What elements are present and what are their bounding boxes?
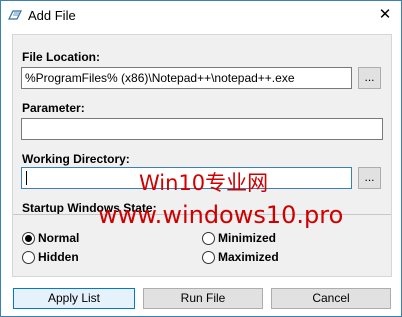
add-file-dialog: Add File ✕ File Location: %ProgramFiles%… [0,0,402,317]
section-divider [13,214,391,215]
apply-list-button[interactable]: Apply List [13,288,135,309]
radio-maximized-indicator [202,250,215,264]
cancel-button[interactable]: Cancel [271,288,391,309]
radio-minimized-label: Minimized [218,231,277,245]
startup-state-label: Startup Windows State: [22,201,157,215]
parameter-label: Parameter: [22,101,85,115]
radio-minimized[interactable]: Minimized [202,231,276,245]
close-icon: ✕ [378,6,392,23]
working-directory-browse-button[interactable]: ... [358,167,381,189]
working-directory-label: Working Directory: [22,152,130,166]
close-button[interactable]: ✕ [369,1,401,31]
radio-minimized-indicator [202,231,215,245]
radio-hidden-indicator [22,250,35,264]
radio-maximized[interactable]: Maximized [202,250,279,264]
file-location-browse-button[interactable]: ... [358,67,381,89]
file-location-input[interactable]: %ProgramFiles% (x86)\Notepad++\notepad++… [21,67,352,89]
radio-hidden-label: Hidden [38,250,79,264]
run-file-button[interactable]: Run File [143,288,263,309]
form-panel: File Location: %ProgramFiles% (x86)\Note… [12,34,392,277]
radio-hidden[interactable]: Hidden [22,250,79,264]
notepad-pencil-icon [8,10,22,20]
parameter-input[interactable] [21,118,383,140]
file-location-label: File Location: [22,50,100,64]
title-bar[interactable]: Add File ✕ [1,1,401,31]
text-caret [26,171,27,185]
radio-maximized-label: Maximized [218,250,279,264]
working-directory-input[interactable] [21,167,352,189]
radio-normal-label: Normal [38,231,80,245]
window-title: Add File [28,8,76,23]
radio-normal[interactable]: Normal [22,231,79,245]
radio-normal-indicator [22,231,35,245]
